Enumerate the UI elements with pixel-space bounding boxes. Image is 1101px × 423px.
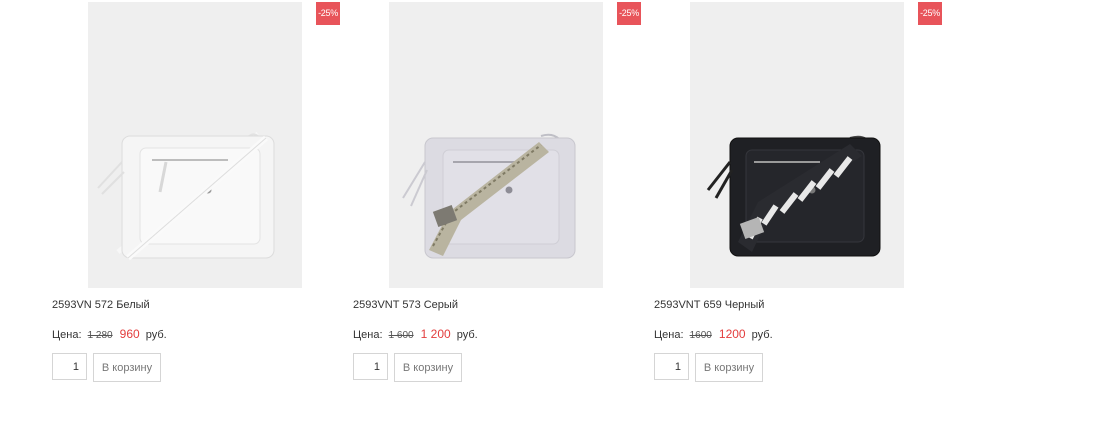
black-bag-illustration (690, 2, 904, 288)
discount-badge: -25% (617, 2, 641, 25)
currency: руб. (751, 329, 773, 341)
product-image-white-bag[interactable] (88, 2, 302, 288)
discount-badge: -25% (316, 2, 340, 25)
old-price: 1 600 (388, 330, 414, 341)
discount-badge: -25% (918, 2, 942, 25)
add-to-cart-button[interactable]: В корзину (695, 353, 763, 382)
add-to-cart-button[interactable]: В корзину (394, 353, 462, 382)
price-row: Цена: 1 280 960 руб. (52, 327, 167, 341)
currency: руб. (456, 329, 478, 341)
product-image-grey-bag[interactable] (389, 2, 603, 288)
grey-bag-illustration (389, 2, 603, 288)
old-price: 1 280 (87, 330, 113, 341)
product-card: -25% 2593VN 572 Белый Цена: 1 280 960 ру… (50, 0, 350, 423)
quantity-input[interactable] (52, 353, 87, 380)
product-title[interactable]: 2593VN 572 Белый (52, 299, 150, 311)
price-row: Цена: 1600 1200 руб. (654, 327, 773, 341)
product-image-black-bag[interactable] (690, 2, 904, 288)
old-price: 1600 (689, 330, 712, 341)
product-title[interactable]: 2593VNT 659 Черный (654, 299, 764, 311)
new-price: 960 (119, 327, 140, 341)
price-label: Цена: (353, 329, 383, 341)
quantity-input[interactable] (353, 353, 388, 380)
new-price: 1 200 (420, 327, 451, 341)
new-price: 1200 (718, 327, 746, 341)
product-card: -25% 2593VNT 573 Серый Цена: 1 600 1 200… (351, 0, 651, 423)
price-row: Цена: 1 600 1 200 руб. (353, 327, 478, 341)
currency: руб. (145, 329, 167, 341)
add-to-cart-button[interactable]: В корзину (93, 353, 161, 382)
product-title[interactable]: 2593VNT 573 Серый (353, 299, 458, 311)
price-label: Цена: (52, 329, 82, 341)
price-label: Цена: (654, 329, 684, 341)
white-bag-illustration (88, 2, 302, 288)
product-card: -25% 2593VNT 659 Черный Цена: 1600 1200 … (652, 0, 952, 423)
quantity-input[interactable] (654, 353, 689, 380)
